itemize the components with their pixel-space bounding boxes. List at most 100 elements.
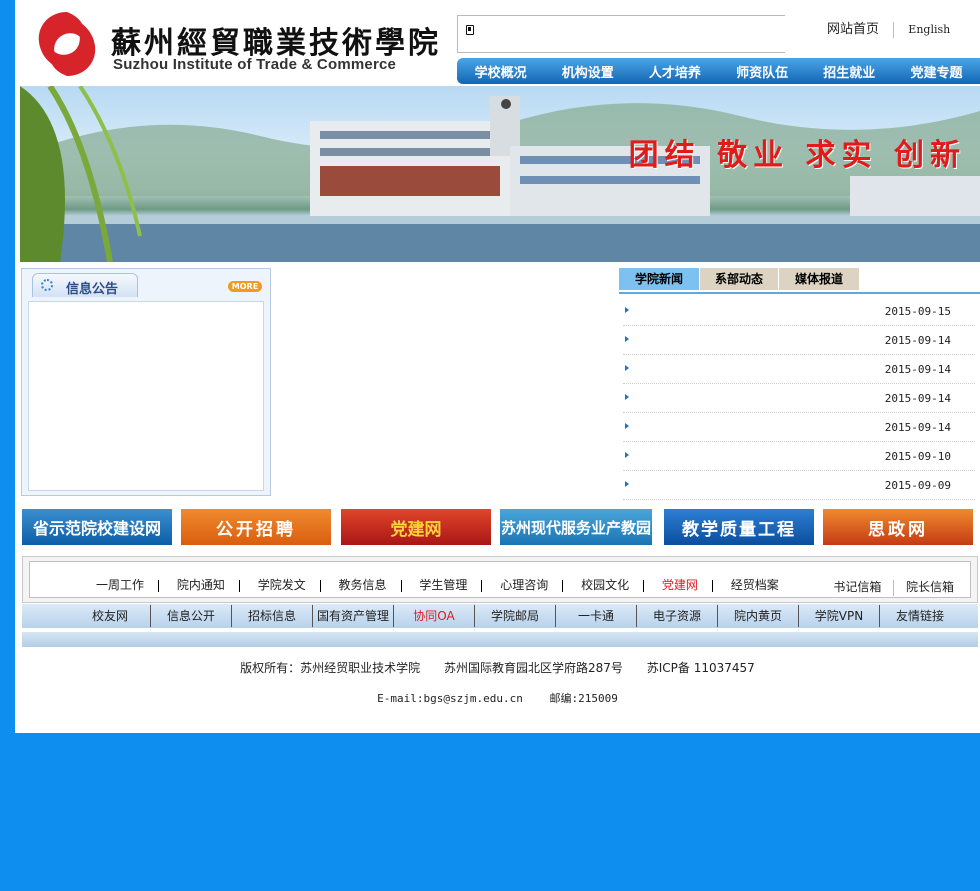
news-date: 2015-09-14 [884, 421, 951, 434]
tab-department-news[interactable]: 系部动态 [700, 268, 778, 290]
quick-links-inner: 一周工作 院内通知 学院发文 教务信息 学生管理 心理咨询 校园文化 党建网 经… [29, 561, 971, 598]
footer-line-2: E-mail:bgs@szjm.edu.cn 邮编:215009 [15, 690, 980, 706]
divider [893, 579, 895, 596]
banner-slogan: 团结 敬业 求实 创新 [628, 138, 966, 173]
nav-item-party[interactable]: 党建专题 [893, 62, 980, 81]
footer-copyright: 版权所有：苏州经贸职业技术学院 [240, 661, 421, 675]
arrow-right-icon [625, 394, 629, 400]
tab-media-reports[interactable]: 媒体报道 [779, 268, 859, 290]
news-item[interactable]: 2015-09-15 [623, 298, 975, 326]
link-party-site[interactable]: 党建网 [648, 576, 712, 593]
home-link[interactable]: 网站首页 [827, 18, 879, 37]
link-asset-management[interactable]: 国有资产管理 [313, 605, 394, 627]
secondary-links: 校友网 信息公开 招标信息 国有资产管理 协同OA 学院邮局 一卡通 电子资源 … [22, 604, 978, 628]
news-item[interactable]: 2015-09-14 [623, 385, 975, 413]
top-links: 网站首页 English [827, 18, 950, 38]
link-bidding[interactable]: 招标信息 [232, 605, 313, 627]
divider [643, 579, 645, 592]
link-campus-culture[interactable]: 校园文化 [567, 576, 643, 593]
banner-links: 省示范院校建设网 公开招聘 党建网 苏州现代服务业产教园 教学质量工程 思政网 [22, 509, 980, 545]
decorative-strip [22, 632, 978, 647]
link-friend-links[interactable]: 友情链接 [880, 605, 960, 627]
campus-banner-image [20, 86, 980, 262]
footer-icp[interactable]: 苏ICP备 11037457 [647, 661, 755, 675]
link-internal-notice[interactable]: 院内通知 [163, 576, 239, 593]
link-vpn[interactable]: 学院VPN [799, 605, 880, 627]
link-e-resources[interactable]: 电子资源 [637, 605, 718, 627]
link-card[interactable]: 一卡通 [556, 605, 637, 627]
news-item[interactable]: 2015-09-14 [623, 356, 975, 384]
footer-email[interactable]: E-mail:bgs@szjm.edu.cn [377, 692, 523, 705]
link-oa[interactable]: 协同OA [394, 605, 475, 627]
page: 蘇州經貿職業技術學院 Suzhou Institute of Trade & C… [15, 0, 980, 733]
footer-postcode: 邮编:215009 [549, 692, 618, 705]
news-item[interactable]: 2015-09-14 [623, 414, 975, 442]
news-date: 2015-09-14 [884, 334, 951, 347]
ad-party-building[interactable]: 党建网 [341, 509, 491, 545]
link-student-management[interactable]: 学生管理 [405, 576, 481, 593]
loading-dots-icon [41, 279, 53, 291]
ad-demo-college[interactable]: 省示范院校建设网 [22, 509, 172, 545]
news-tabs: 学院新闻 系部动态 媒体报道 [619, 268, 980, 294]
notice-tab: 信息公告 [32, 273, 138, 297]
nav-item-education[interactable]: 人才培养 [631, 62, 718, 81]
arrow-right-icon [625, 423, 629, 429]
news-date: 2015-09-10 [884, 450, 951, 463]
link-academic-affairs[interactable]: 教务信息 [325, 576, 401, 593]
divider [481, 579, 483, 592]
school-logo-icon[interactable] [31, 8, 103, 80]
nav-item-faculty[interactable]: 师资队伍 [719, 62, 806, 81]
mailbox-links: 书记信箱 院长信箱 [833, 578, 954, 596]
footer-line-1: 版权所有：苏州经贸职业技术学院 苏州国际教育园北区学府路287号 苏ICP备 1… [15, 659, 980, 676]
notice-title: 信息公告 [66, 282, 119, 297]
divider [400, 579, 402, 592]
quick-links-bar: 一周工作 院内通知 学院发文 教务信息 学生管理 心理咨询 校园文化 党建网 经… [22, 556, 978, 603]
nav-item-overview[interactable]: 学校概况 [457, 62, 544, 81]
divider [319, 579, 321, 592]
link-weekly-work[interactable]: 一周工作 [82, 576, 158, 593]
notice-panel: 信息公告 MORE [21, 268, 271, 496]
nav-item-organization[interactable]: 机构设置 [544, 62, 631, 81]
news-item[interactable]: 2015-09-09 [623, 472, 975, 500]
campus-banner: 团结 敬业 求实 创新 [20, 86, 980, 262]
link-documents[interactable]: 学院发文 [244, 576, 320, 593]
arrow-right-icon [625, 307, 629, 313]
news-date: 2015-09-15 [884, 305, 951, 318]
news-item[interactable]: 2015-09-14 [623, 327, 975, 355]
news-date: 2015-09-09 [884, 479, 951, 492]
divider [711, 579, 713, 592]
school-name-english: Suzhou Institute of Trade & Commerce [113, 56, 397, 73]
device-icon [466, 25, 474, 35]
search-box[interactable] [457, 15, 785, 53]
ad-recruitment[interactable]: 公开招聘 [181, 509, 331, 545]
left-side-bar [0, 0, 15, 733]
footer-address: 苏州国际教育园北区学府路287号 [444, 661, 623, 675]
nav-item-admissions[interactable]: 招生就业 [806, 62, 893, 81]
arrow-right-icon [625, 336, 629, 342]
arrow-right-icon [625, 481, 629, 487]
link-counseling[interactable]: 心理咨询 [486, 576, 562, 593]
divider [238, 579, 240, 592]
divider [158, 579, 160, 592]
link-disclosure[interactable]: 信息公开 [151, 605, 232, 627]
notice-content [28, 301, 264, 491]
english-link[interactable]: English [908, 23, 950, 36]
ad-service-industry-park[interactable]: 苏州现代服务业产教园 [500, 509, 652, 545]
divider [893, 21, 895, 38]
news-date: 2015-09-14 [884, 392, 951, 405]
more-button[interactable]: MORE [228, 281, 262, 292]
link-mail[interactable]: 学院邮局 [475, 605, 556, 627]
ad-ideology[interactable]: 思政网 [823, 509, 973, 545]
arrow-right-icon [625, 365, 629, 371]
link-yellow-pages[interactable]: 院内黄页 [718, 605, 799, 627]
link-president-mailbox[interactable]: 院长信箱 [906, 580, 954, 594]
quick-links: 一周工作 院内通知 学院发文 教务信息 学生管理 心理咨询 校园文化 党建网 经… [82, 576, 793, 593]
link-secretary-mailbox[interactable]: 书记信箱 [833, 580, 881, 594]
tab-college-news[interactable]: 学院新闻 [619, 268, 699, 290]
news-item[interactable]: 2015-09-10 [623, 443, 975, 471]
link-alumni[interactable]: 校友网 [70, 605, 151, 627]
news-date: 2015-09-14 [884, 363, 951, 376]
link-archives[interactable]: 经贸档案 [717, 576, 793, 593]
ad-teaching-quality[interactable]: 教学质量工程 [664, 509, 814, 545]
main-nav: 学校概况 机构设置 人才培养 师资队伍 招生就业 党建专题 [457, 58, 980, 84]
